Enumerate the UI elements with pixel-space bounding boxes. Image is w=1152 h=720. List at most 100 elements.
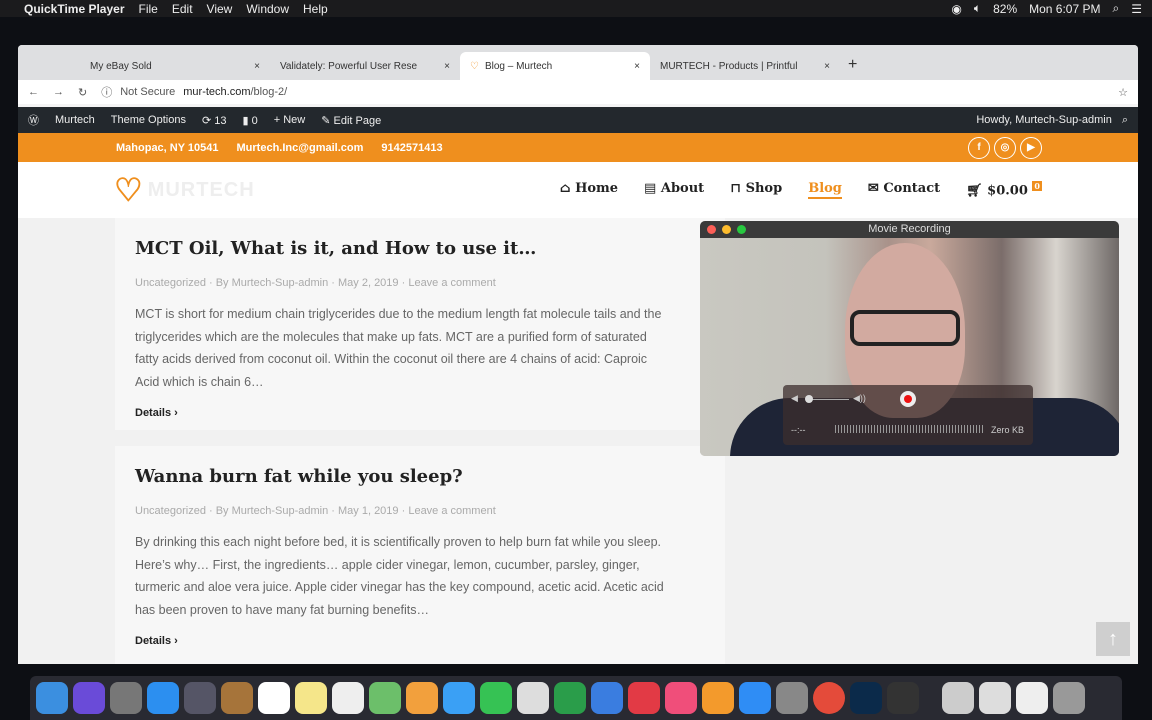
excerpt-line: By drinking this each night before bed, … — [135, 535, 661, 549]
facetime-icon[interactable] — [480, 682, 512, 714]
document-icon[interactable] — [979, 682, 1011, 714]
close-icon[interactable]: × — [634, 61, 640, 72]
mail-icon[interactable] — [184, 682, 216, 714]
wp-site[interactable]: Murtech — [55, 114, 95, 126]
nav-about[interactable]: ▤ About — [644, 181, 704, 198]
document-icon[interactable] — [942, 682, 974, 714]
photoshop-icon[interactable] — [850, 682, 882, 714]
scroll-top-button[interactable]: ↑ — [1096, 622, 1130, 656]
contact-bar: Mahopac, NY 10541 Murtech.Inc@gmail.com … — [18, 133, 1138, 162]
post-meta: Uncategorized · By Murtech-Sup-admin · M… — [135, 505, 496, 517]
nav-contact[interactable]: ✉ Contact — [868, 181, 940, 198]
menu-help[interactable]: Help — [303, 2, 328, 16]
app-store-icon[interactable] — [739, 682, 771, 714]
wp-admin-bar: Ⓦ Murtech Theme Options ⟳ 13 ▮ 0 + New ✎… — [18, 107, 1138, 133]
post-title[interactable]: Wanna burn fat while you sleep? — [135, 466, 705, 487]
logo[interactable]: ♡ MURTECH — [114, 171, 255, 209]
system-preferences-icon[interactable] — [776, 682, 808, 714]
messages-icon[interactable] — [443, 682, 475, 714]
recording-controls: ◀ ◀)) --:-- Zero KB — [783, 385, 1033, 445]
phone: 9142571413 — [381, 141, 443, 154]
site-header: ♡ MURTECH ⌂ Home ▤ About ⊓ Shop Blog ✉ Co… — [18, 162, 1138, 218]
security-label: Not Secure — [120, 86, 176, 98]
notes-icon[interactable] — [221, 682, 253, 714]
minimize-button[interactable] — [722, 225, 731, 234]
trash-icon[interactable] — [1053, 682, 1085, 714]
excerpt-line: MCT is short for medium chain triglyceri… — [135, 307, 662, 321]
back-icon[interactable]: ← — [28, 86, 39, 98]
wp-theme-options[interactable]: Theme Options — [111, 114, 186, 126]
launchpad-icon[interactable] — [110, 682, 142, 714]
menu-edit[interactable]: Edit — [172, 2, 193, 16]
youtube-icon[interactable]: ▶ — [1020, 136, 1042, 159]
tab-ebay[interactable]: My eBay Sold × — [80, 52, 270, 80]
instagram-icon[interactable]: ◎ — [994, 136, 1016, 159]
tab-validately[interactable]: Validately: Powerful User Rese × — [270, 52, 460, 80]
search-icon[interactable]: ⌕ — [1113, 1, 1120, 16]
numbers-icon[interactable] — [554, 682, 586, 714]
record-button[interactable] — [900, 391, 916, 407]
wp-comments[interactable]: ▮ 0 — [242, 114, 257, 127]
excerpt-line: triglycerides which are the molecules th… — [135, 329, 647, 344]
menu-file[interactable]: File — [139, 2, 158, 16]
document-icon[interactable] — [1016, 682, 1048, 714]
wp-updates[interactable]: ⟳ 13 — [202, 114, 227, 127]
email-link[interactable]: Murtech.Inc@gmail.com — [237, 142, 364, 154]
reload-icon[interactable]: ↻ — [78, 86, 87, 99]
battery-status[interactable]: 82% — [993, 2, 1017, 16]
wp-howdy[interactable]: Howdy, Murtech-Sup-admin — [976, 114, 1112, 126]
keynote-icon[interactable] — [591, 682, 623, 714]
nav-home[interactable]: ⌂ Home — [560, 181, 618, 198]
close-icon[interactable]: × — [254, 61, 260, 72]
wifi-icon[interactable]: ◉ — [951, 2, 961, 16]
zoom-button[interactable] — [737, 225, 746, 234]
nav-cart[interactable]: 🛒︎ $0.00 0 — [966, 181, 1042, 199]
maps-icon[interactable] — [369, 682, 401, 714]
wp-edit-page[interactable]: ✎ Edit Page — [321, 114, 381, 127]
news-icon[interactable] — [628, 682, 660, 714]
volume-slider[interactable] — [805, 395, 849, 403]
menu-window[interactable]: Window — [246, 2, 289, 16]
close-icon[interactable]: × — [824, 61, 830, 72]
quicktime-icon[interactable] — [887, 682, 919, 714]
calendar-icon[interactable] — [258, 682, 290, 714]
stickies-icon[interactable] — [295, 682, 327, 714]
facebook-icon[interactable]: f — [968, 136, 990, 159]
details-link[interactable]: Details › — [135, 407, 705, 419]
tab-blog[interactable]: ♡ Blog – Murtech × — [460, 52, 650, 80]
books-icon[interactable] — [702, 682, 734, 714]
window-title: Movie Recording — [700, 221, 1119, 238]
finder-icon[interactable] — [36, 682, 68, 714]
menu-bar: QuickTime Player File Edit View Window H… — [0, 0, 1152, 17]
star-icon[interactable]: ☆ — [1118, 86, 1128, 99]
details-link[interactable]: Details › — [135, 635, 705, 647]
address-bar: ← → ↻ ⓘ Not Secure mur-tech.com/blog-2/ … — [18, 80, 1138, 104]
wordpress-icon[interactable]: Ⓦ — [28, 112, 39, 128]
url-field[interactable]: ⓘ Not Secure mur-tech.com/blog-2/ — [101, 84, 1104, 100]
siri-icon[interactable] — [73, 682, 105, 714]
music-icon[interactable] — [665, 682, 697, 714]
favicon-icon: ♡ — [470, 60, 479, 72]
volume-icon[interactable]: 🔈︎ — [974, 1, 981, 16]
close-button[interactable] — [707, 225, 716, 234]
location: Mahopac, NY 10541 — [116, 141, 219, 154]
photos-icon[interactable] — [406, 682, 438, 714]
close-icon[interactable]: × — [444, 61, 450, 72]
safari-icon[interactable] — [147, 682, 179, 714]
pages-icon[interactable] — [517, 682, 549, 714]
wp-new[interactable]: + New — [274, 114, 306, 126]
chrome-icon[interactable] — [813, 682, 845, 714]
tab-printful[interactable]: MURTECH - Products | Printful × — [650, 52, 840, 80]
reminders-icon[interactable] — [332, 682, 364, 714]
search-icon[interactable]: ⌕ — [1122, 114, 1128, 127]
menu-list-icon[interactable]: ☰ — [1131, 2, 1142, 16]
volume-low-icon: ◀ — [791, 393, 798, 403]
new-tab-button[interactable]: + — [848, 56, 857, 74]
clock[interactable]: Mon 6:07 PM — [1029, 2, 1100, 16]
app-menu[interactable]: QuickTime Player — [24, 2, 125, 16]
post-title[interactable]: MCT Oil, What is it, and How to use it… — [135, 238, 705, 259]
forward-icon[interactable]: → — [53, 86, 64, 98]
nav-blog[interactable]: Blog — [808, 181, 842, 199]
menu-view[interactable]: View — [207, 2, 233, 16]
nav-shop[interactable]: ⊓ Shop — [730, 181, 782, 198]
